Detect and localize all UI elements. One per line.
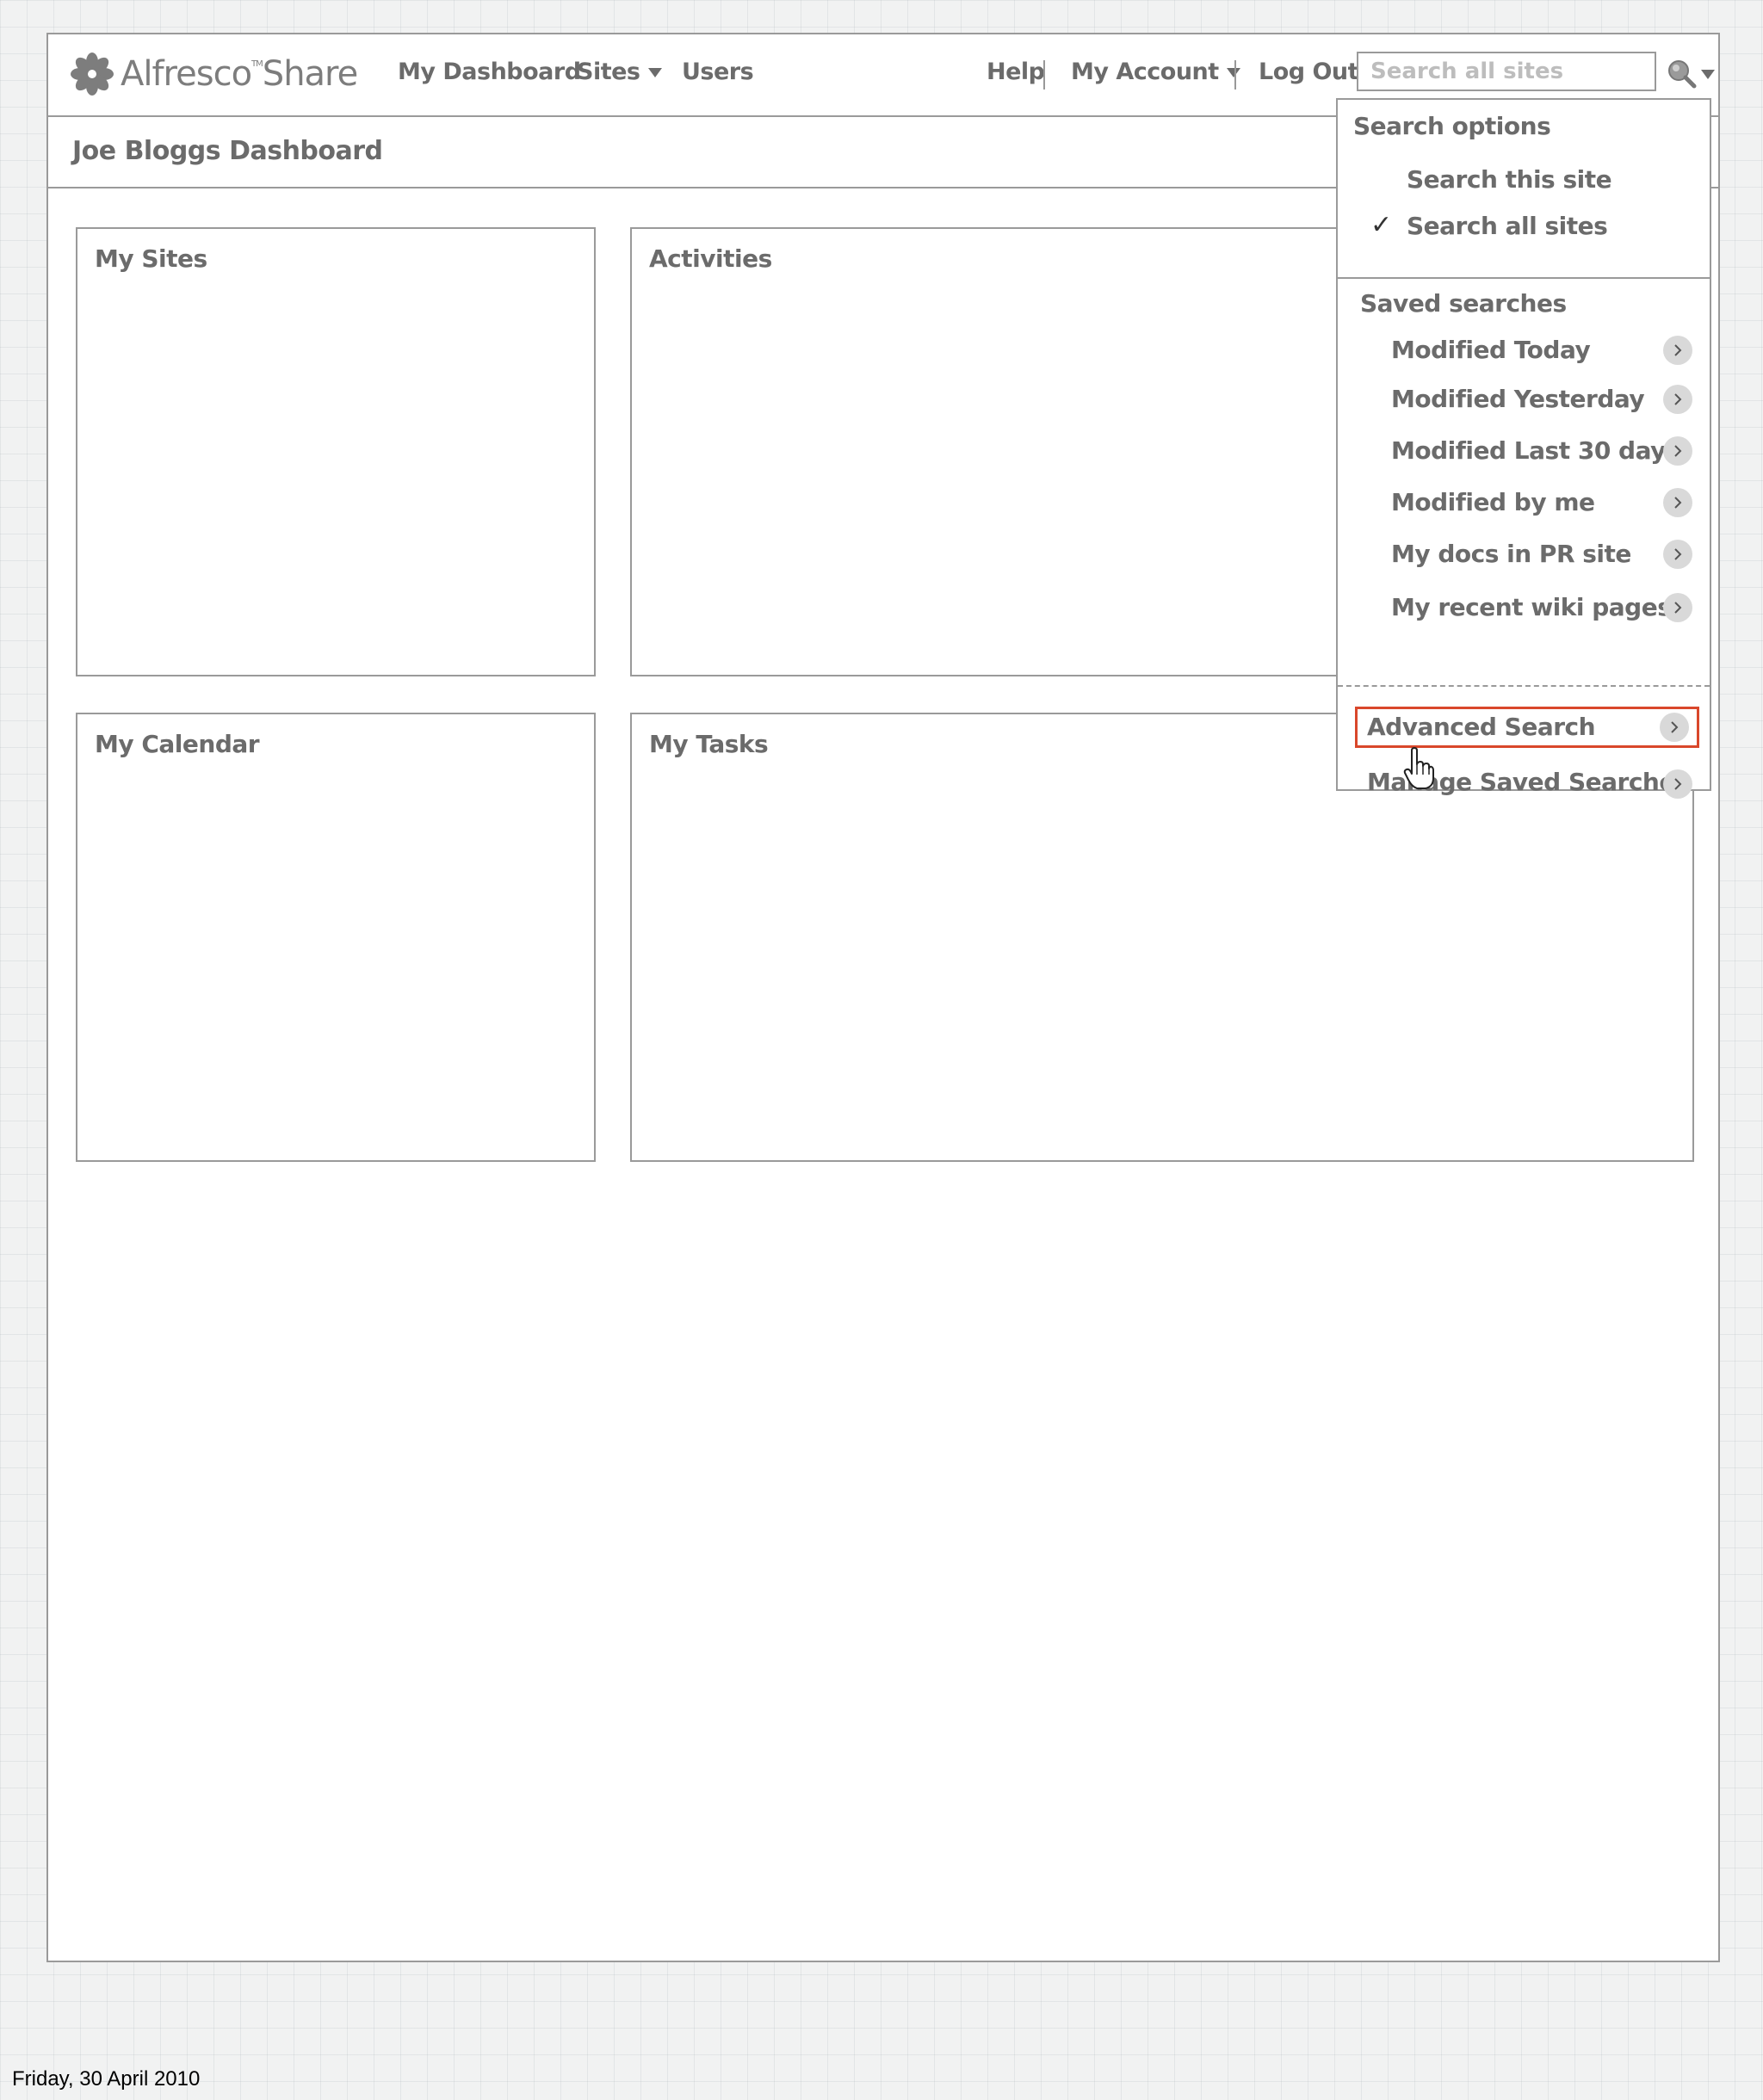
nav-help[interactable]: Help xyxy=(987,59,1045,85)
menu-dashed-divider xyxy=(1338,685,1710,687)
chevron-down-icon xyxy=(1226,68,1240,77)
chevron-down-icon xyxy=(647,68,662,77)
chevron-down-icon xyxy=(1701,69,1715,79)
nav-log-out[interactable]: Log Out xyxy=(1259,59,1359,85)
search-input[interactable] xyxy=(1357,52,1656,91)
dashlet-title: My Calendar xyxy=(95,730,260,758)
search-icon xyxy=(1668,60,1697,89)
chevron-right-icon[interactable] xyxy=(1663,385,1692,414)
dashlet-title: My Tasks xyxy=(649,730,769,758)
checkmark-icon: ✓ xyxy=(1370,210,1393,240)
saved-search-item[interactable]: Modified Yesterday xyxy=(1391,385,1645,413)
chevron-right-icon[interactable] xyxy=(1663,488,1692,517)
hand-cursor-icon xyxy=(1403,747,1434,789)
alfresco-logo[interactable]: AlfrescoTMShare xyxy=(71,50,358,98)
saved-search-item[interactable]: My docs in PR site xyxy=(1391,540,1631,568)
nav-sites[interactable]: Sites xyxy=(577,59,662,85)
saved-search-item[interactable]: Modified Today xyxy=(1391,336,1591,364)
menu-header-saved-searches: Saved searches xyxy=(1360,289,1567,318)
chevron-right-icon[interactable] xyxy=(1663,593,1692,622)
dashlet-my-sites: My Sites xyxy=(76,227,596,676)
chevron-right-icon[interactable] xyxy=(1660,713,1689,742)
nav-my-account[interactable]: My Account xyxy=(1071,59,1240,85)
menu-header-search-options: Search options xyxy=(1353,112,1551,140)
nav-divider xyxy=(1043,60,1045,90)
nav-my-account-label: My Account xyxy=(1071,59,1219,85)
nav-sites-label: Sites xyxy=(577,59,640,85)
menu-item-search-all-sites[interactable]: Search all sites xyxy=(1407,212,1608,240)
saved-search-item[interactable]: Modified Last 30 days xyxy=(1391,436,1680,465)
chevron-right-icon[interactable] xyxy=(1663,540,1692,569)
saved-search-item[interactable]: Modified by me xyxy=(1391,488,1595,516)
search-options-menu: Search options Search this site ✓ Search… xyxy=(1336,98,1711,799)
footer-date: Friday, 30 April 2010 xyxy=(12,2067,201,2091)
menu-divider xyxy=(1338,277,1710,279)
chevron-right-icon[interactable] xyxy=(1663,769,1692,799)
dashlet-title: My Sites xyxy=(95,244,207,273)
nav-users[interactable]: Users xyxy=(682,59,754,85)
dashlet-title: Activities xyxy=(649,244,772,273)
chevron-right-icon[interactable] xyxy=(1663,436,1692,466)
page-title: Joe Bloggs Dashboard xyxy=(72,136,383,166)
menu-item-advanced-search[interactable]: Advanced Search xyxy=(1367,713,1596,741)
search-options-button[interactable] xyxy=(1667,57,1718,91)
alfresco-flower-icon xyxy=(71,52,114,96)
chevron-right-icon[interactable] xyxy=(1663,336,1692,365)
menu-item-search-this-site[interactable]: Search this site xyxy=(1407,165,1612,194)
saved-search-item[interactable]: My recent wiki pages xyxy=(1391,593,1672,621)
nav-divider xyxy=(1234,60,1236,90)
nav-my-dashboard[interactable]: My Dashboard xyxy=(398,59,581,85)
brand-name: AlfrescoTMShare xyxy=(121,54,358,94)
page-canvas: AlfrescoTMShare My Dashboard Sites Users… xyxy=(46,33,1720,1962)
dashlet-my-calendar: My Calendar xyxy=(76,713,596,1162)
